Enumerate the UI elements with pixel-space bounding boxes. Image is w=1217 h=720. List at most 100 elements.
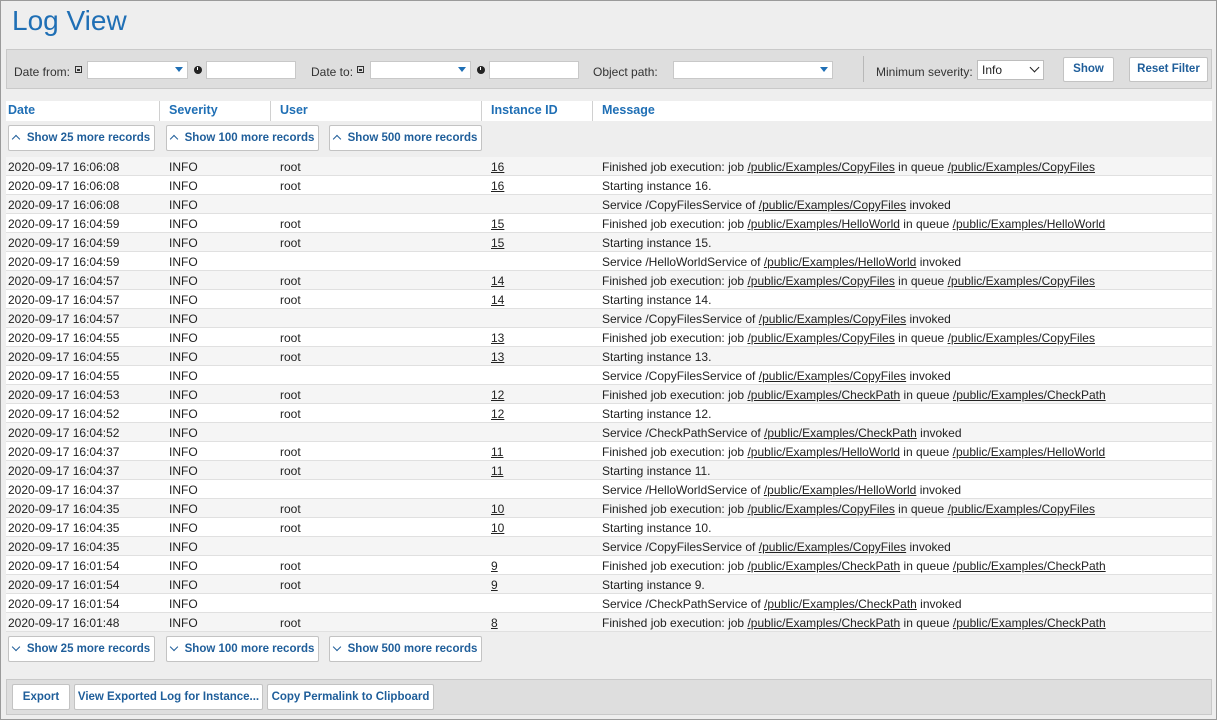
object-path-link[interactable]: /public/Examples/HelloWorld [953,217,1106,231]
instance-id-link[interactable]: 13 [491,331,504,345]
date-cell: 2020-09-17 16:04:37 [8,445,120,459]
instance-id-link[interactable]: 14 [491,293,504,307]
object-path-link[interactable]: /public/Examples/CopyFiles [948,502,1095,516]
object-path-link[interactable]: /public/Examples/CopyFiles [747,160,894,174]
column-header-message[interactable]: Message [602,103,655,117]
instance-id-link[interactable]: 11 [491,464,503,478]
object-path-link[interactable]: /public/Examples/CheckPath [953,559,1106,573]
table-row[interactable]: 2020-09-17 16:04:57 INFO Service /CopyFile… [6,309,1212,328]
object-path-link[interactable]: /public/Examples/CheckPath [764,426,917,440]
reset-filter-button[interactable]: Reset Filter [1129,57,1208,82]
dropdown-arrow-icon[interactable] [458,67,466,72]
instance-id-link[interactable]: 10 [491,502,504,516]
table-row[interactable]: 2020-09-17 16:01:48 INFO root 8 Finished job… [6,613,1212,632]
object-path-link[interactable]: /public/Examples/CopyFiles [747,502,894,516]
object-path-link[interactable]: /public/Examples/HelloWorld [747,217,900,231]
table-row[interactable]: 2020-09-17 16:04:35 INFO Service /CopyFile… [6,537,1212,556]
instance-id-link[interactable]: 8 [491,616,498,630]
table-row[interactable]: 2020-09-17 16:06:08 INFO root 16 Starting in… [6,176,1212,195]
table-row[interactable]: 2020-09-17 16:04:35 INFO root 10 Starting in… [6,518,1212,537]
table-row[interactable]: 2020-09-17 16:01:54 INFO root 9 Starting ins… [6,575,1212,594]
object-path-link[interactable]: /public/Examples/CopyFiles [759,369,906,383]
object-path-link[interactable]: /public/Examples/CheckPath [953,616,1106,630]
table-row[interactable]: 2020-09-17 16:04:57 INFO root 14 Finished jo… [6,271,1212,290]
table-row[interactable]: 2020-09-17 16:04:55 INFO Service /CopyFile… [6,366,1212,385]
table-row[interactable]: 2020-09-17 16:04:55 INFO root 13 Finished jo… [6,328,1212,347]
time-from-input[interactable] [206,61,296,79]
table-row[interactable]: 2020-09-17 16:04:52 INFO Service /CheckPat… [6,423,1212,442]
table-row[interactable]: 2020-09-17 16:01:54 INFO Service /CheckPat… [6,594,1212,613]
table-row[interactable]: 2020-09-17 16:04:57 INFO root 14 Starting in… [6,290,1212,309]
date-to-input[interactable] [370,61,471,79]
message-text: invoked [906,198,951,212]
show-100-more-bottom-button[interactable]: Show 100 more records [166,636,319,662]
message-text: Starting instance 10. [602,521,712,535]
view-exported-log-button[interactable]: View Exported Log for Instance... [74,684,263,710]
instance-id-link[interactable]: 11 [491,445,503,459]
table-row[interactable]: 2020-09-17 16:04:59 INFO Service /HelloWor… [6,252,1212,271]
table-row[interactable]: 2020-09-17 16:06:08 INFO root 16 Finished jo… [6,157,1212,176]
instance-id-link[interactable]: 14 [491,274,504,288]
show-button[interactable]: Show [1063,57,1114,82]
table-row[interactable]: 2020-09-17 16:04:37 INFO root 11 Starting in… [6,461,1212,480]
object-path-link[interactable]: /public/Examples/CopyFiles [759,312,906,326]
show-100-more-top-button[interactable]: Show 100 more records [166,125,319,151]
object-path-link[interactable]: /public/Examples/HelloWorld [764,255,917,269]
show-500-more-bottom-button[interactable]: Show 500 more records [329,636,482,662]
object-path-link[interactable]: /public/Examples/CheckPath [764,597,917,611]
severity-cell: INFO [169,217,198,231]
object-path-link[interactable]: /public/Examples/CopyFiles [759,198,906,212]
instance-id-link[interactable]: 15 [491,236,504,250]
dropdown-arrow-icon[interactable] [175,67,183,72]
instance-id-link[interactable]: 16 [491,179,504,193]
table-row[interactable]: 2020-09-17 16:04:52 INFO root 12 Starting in… [6,404,1212,423]
date-cell: 2020-09-17 16:04:52 [8,407,120,421]
object-path-link[interactable]: /public/Examples/HelloWorld [747,445,900,459]
object-path-input[interactable] [673,61,833,79]
object-path-link[interactable]: /public/Examples/CopyFiles [747,331,894,345]
min-severity-select[interactable]: Info [977,60,1044,80]
dropdown-arrow-icon[interactable] [820,67,828,72]
object-path-link[interactable]: /public/Examples/CopyFiles [948,274,1095,288]
object-path-link[interactable]: /public/Examples/CheckPath [747,559,900,573]
show-25-more-bottom-button[interactable]: Show 25 more records [8,636,155,662]
table-row[interactable]: 2020-09-17 16:04:53 INFO root 12 Finished jo… [6,385,1212,404]
instance-id-link[interactable]: 12 [491,407,504,421]
instance-id-link[interactable]: 12 [491,388,504,402]
object-path-link[interactable]: /public/Examples/CopyFiles [759,540,906,554]
instance-id-link[interactable]: 15 [491,217,504,231]
object-path-link[interactable]: /public/Examples/CopyFiles [948,160,1095,174]
object-path-link[interactable]: /public/Examples/CheckPath [747,388,900,402]
table-row[interactable]: 2020-09-17 16:01:54 INFO root 9 Finished job… [6,556,1212,575]
object-path-link[interactable]: /public/Examples/HelloWorld [764,483,917,497]
time-to-input[interactable] [489,61,579,79]
column-header-date[interactable]: Date [8,103,35,117]
chevron-down-icon [332,642,341,652]
show-500-more-top-button[interactable]: Show 500 more records [329,125,482,151]
instance-id-link[interactable]: 9 [491,559,498,573]
object-path-link[interactable]: /public/Examples/CopyFiles [948,331,1095,345]
instance-id-link[interactable]: 10 [491,521,504,535]
table-row[interactable]: 2020-09-17 16:04:59 INFO root 15 Starting in… [6,233,1212,252]
instance-id-link[interactable]: 9 [491,578,498,592]
table-row[interactable]: 2020-09-17 16:04:35 INFO root 10 Finished jo… [6,499,1212,518]
table-row[interactable]: 2020-09-17 16:04:37 INFO Service /HelloWor… [6,480,1212,499]
show-25-more-top-button[interactable]: Show 25 more records [8,125,155,151]
table-row[interactable]: 2020-09-17 16:04:55 INFO root 13 Starting in… [6,347,1212,366]
table-row[interactable]: 2020-09-17 16:04:37 INFO root 11 Finished jo… [6,442,1212,461]
date-from-input[interactable] [87,61,188,79]
instance-id-link[interactable]: 13 [491,350,504,364]
object-path-link[interactable]: /public/Examples/CheckPath [747,616,900,630]
table-row[interactable]: 2020-09-17 16:04:59 INFO root 15 Finished jo… [6,214,1212,233]
column-header-instance-id[interactable]: Instance ID [491,103,558,117]
column-header-user[interactable]: User [280,103,308,117]
column-header-severity[interactable]: Severity [169,103,218,117]
object-path-link[interactable]: /public/Examples/HelloWorld [953,445,1106,459]
export-button[interactable]: Export [12,684,70,710]
object-path-link[interactable]: /public/Examples/CopyFiles [747,274,894,288]
table-row[interactable]: 2020-09-17 16:06:08 INFO Service /CopyFile… [6,195,1212,214]
date-cell: 2020-09-17 16:04:55 [8,331,120,345]
object-path-link[interactable]: /public/Examples/CheckPath [953,388,1106,402]
instance-id-link[interactable]: 16 [491,160,504,174]
copy-permalink-button[interactable]: Copy Permalink to Clipboard [267,684,434,710]
